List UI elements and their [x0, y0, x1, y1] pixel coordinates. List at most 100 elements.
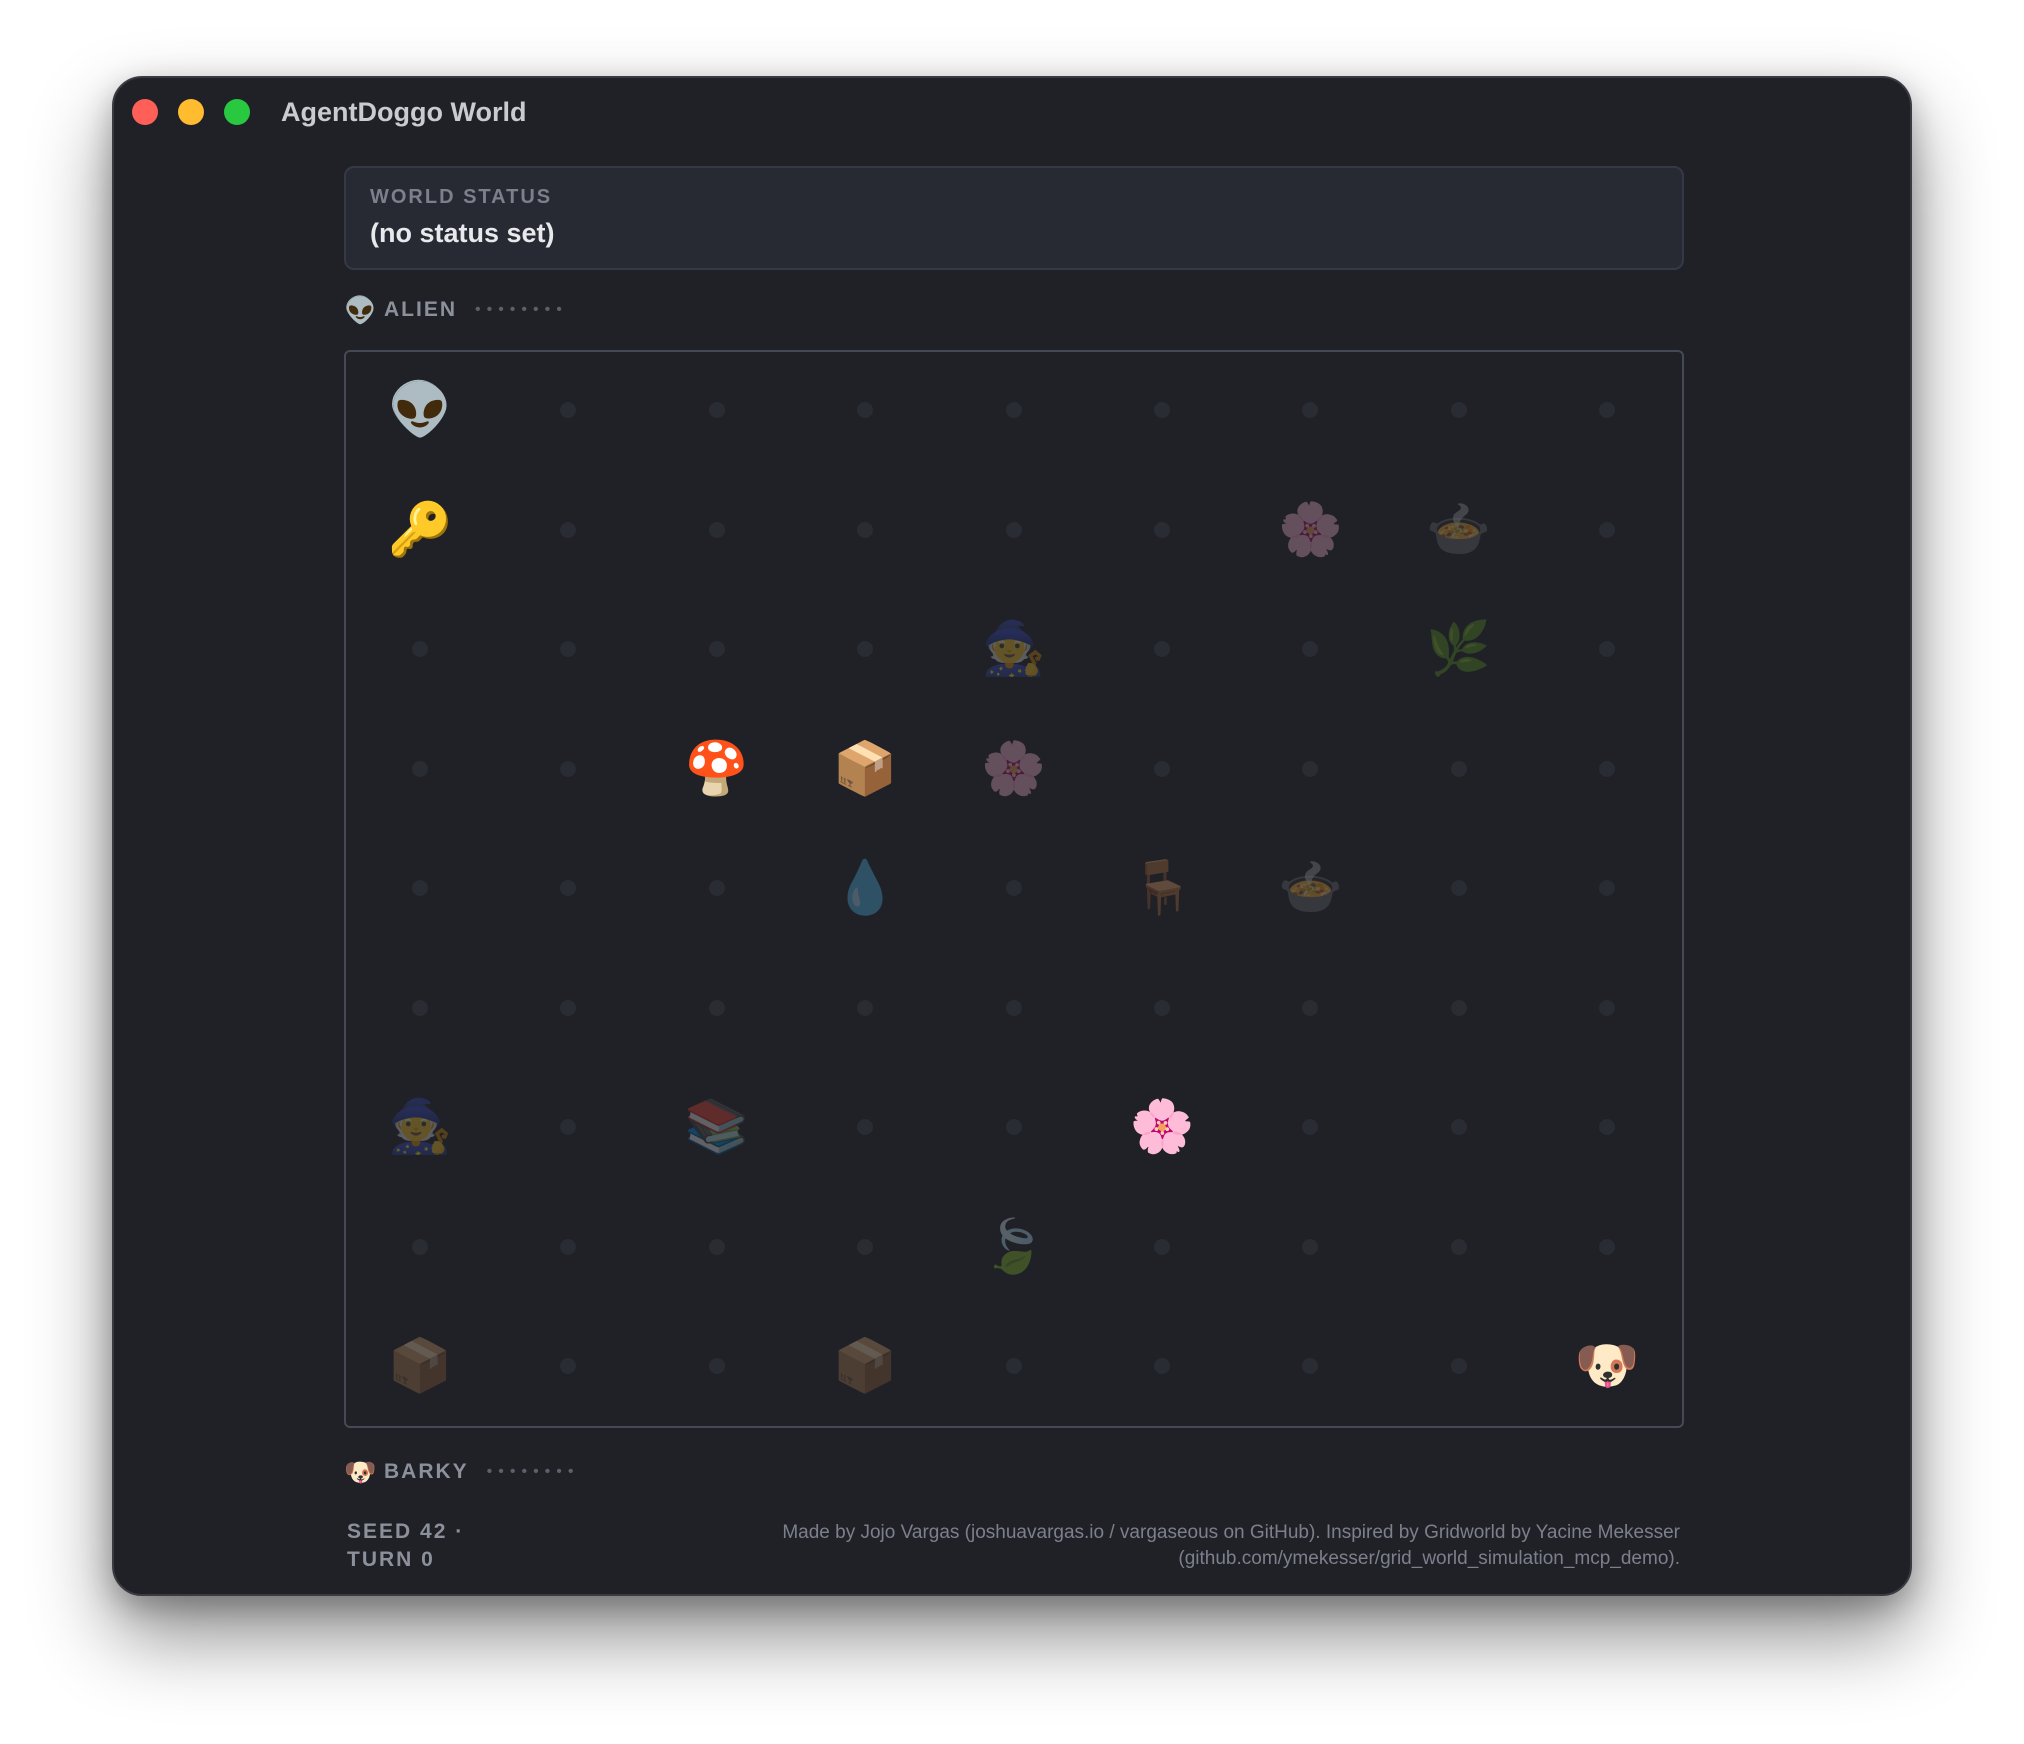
grid-cell-empty: [528, 848, 608, 928]
turn-label: TURN 0: [347, 1548, 435, 1571]
minimize-window-button[interactable]: [178, 99, 204, 125]
witch-icon: 🧙: [981, 620, 1046, 678]
grid-cell: 🍲: [1270, 848, 1350, 928]
seed-label: SEED 42 ·: [347, 1520, 465, 1543]
grid-cell: 👽: [380, 370, 460, 450]
empty-cell-dot: [1599, 402, 1616, 418]
grid-cell-empty: [380, 609, 460, 689]
grid-cell-empty: [380, 1207, 460, 1287]
grid-cell: 🍲: [1419, 490, 1499, 570]
grid-cell-empty: [1419, 370, 1499, 450]
empty-cell-dot: [708, 1358, 725, 1374]
empty-cell-dot: [1599, 999, 1616, 1016]
grid-cell-empty: [528, 968, 608, 1048]
empty-cell-dot: [560, 641, 577, 657]
grid-cell-empty: [1122, 1326, 1202, 1406]
world-status-text: (no status set): [370, 218, 555, 248]
grid-cell-empty: [974, 490, 1054, 570]
mushroom-icon: 🍄: [684, 739, 750, 798]
grid-cell-empty: [528, 1087, 608, 1167]
package-icon: 📦: [832, 1337, 898, 1395]
empty-cell-dot: [1302, 999, 1319, 1016]
grid-cell-empty: [974, 1087, 1054, 1167]
empty-cell-dot: [412, 1238, 428, 1255]
alien-agent-icon: 👽: [387, 381, 453, 439]
grid-cell-empty: [1270, 1087, 1350, 1167]
grid-cell-empty: [825, 370, 905, 450]
grid-cell-empty: [974, 1326, 1054, 1406]
world-grid: 👽 🔑 🌸 🍲 🧙 🌿 🍄 📦 🌸 💧 🪑 🍲 🧙 📚 🌸 🍃 📦 📦 🐶: [344, 350, 1684, 1428]
grid-cell: 🌸: [1122, 1087, 1202, 1167]
grid-cell: 🌸: [1270, 490, 1350, 570]
dog-icon: 🐶: [344, 1456, 377, 1487]
grid-cell-empty: [1270, 1207, 1350, 1287]
grid-cell-empty: [528, 609, 608, 689]
pot-icon: 🍲: [1426, 500, 1492, 559]
grid-cell-empty: [380, 848, 460, 928]
grid-cell-empty: [380, 968, 460, 1048]
credit-line-1: Made by Jojo Vargas (joshuavargas.io / v…: [782, 1522, 1680, 1543]
grid-cell: 📚: [677, 1087, 757, 1167]
flower-icon: 🌸: [1129, 1098, 1195, 1156]
empty-cell-dot: [560, 760, 577, 777]
grid-cell-empty: [1122, 370, 1202, 450]
empty-cell-dot: [857, 1119, 874, 1135]
grid-cell-empty: [825, 1087, 905, 1167]
grid-cell-empty: [1567, 968, 1647, 1048]
flower-icon: 🌸: [981, 739, 1046, 798]
empty-cell-dot: [560, 1358, 577, 1374]
grid-cell-empty: [1270, 729, 1350, 809]
grid-cell: 🐶: [1567, 1326, 1647, 1406]
empty-cell-dot: [857, 1238, 874, 1255]
empty-cell-dot: [857, 999, 874, 1016]
empty-cell-dot: [708, 521, 725, 538]
empty-cell-dot: [1154, 402, 1170, 418]
empty-cell-dot: [1154, 1358, 1170, 1374]
grid-cell: 🌿: [1419, 609, 1499, 689]
grid-cell-empty: [1567, 370, 1647, 450]
empty-cell-dot: [560, 402, 577, 418]
grid-cell-empty: [1122, 609, 1202, 689]
close-window-button[interactable]: [132, 99, 158, 125]
grid-cell-empty: [1270, 609, 1350, 689]
grid-cell: 🌸: [974, 729, 1054, 809]
empty-cell-dot: [1450, 1238, 1467, 1255]
water-drop-icon: 💧: [832, 859, 898, 917]
grid-cell-empty: [1567, 1207, 1647, 1287]
grid-cell-empty: [528, 1207, 608, 1287]
dog-agent-icon: 🐶: [1574, 1337, 1640, 1395]
grid-cell-empty: [677, 609, 757, 689]
empty-cell-dot: [1450, 760, 1467, 777]
grid-cell: 📦: [380, 1326, 460, 1406]
leaves-icon: 🍃: [981, 1217, 1046, 1276]
maximize-window-button[interactable]: [224, 99, 250, 125]
package-icon: 📦: [832, 739, 898, 798]
key-icon: 🔑: [387, 500, 453, 559]
grid-cell: 📦: [825, 729, 905, 809]
empty-cell-dot: [708, 402, 725, 418]
grid-cell-empty: [1567, 609, 1647, 689]
world-status-panel: WORLD STATUS (no status set): [344, 166, 1684, 270]
grid-cell-empty: [528, 729, 608, 809]
empty-cell-dot: [1005, 521, 1022, 538]
agent-name-alien: ALIEN: [384, 298, 457, 321]
empty-cell-dot: [1450, 1358, 1467, 1374]
grid-cell: 🧙: [974, 609, 1054, 689]
grid-cell-empty: [1122, 1207, 1202, 1287]
grid-cell-empty: [1122, 490, 1202, 570]
empty-cell-dot: [1154, 760, 1170, 777]
herb-icon: 🌿: [1426, 620, 1492, 678]
chair-icon: 🪑: [1129, 859, 1195, 917]
grid-cell-empty: [1122, 968, 1202, 1048]
empty-cell-dot: [1154, 521, 1170, 538]
grid-cell-empty: [1567, 490, 1647, 570]
grid-cell-empty: [825, 968, 905, 1048]
empty-cell-dot: [1599, 880, 1616, 896]
empty-cell-dot: [412, 880, 428, 896]
grid-cell-empty: [677, 490, 757, 570]
empty-cell-dot: [1450, 880, 1467, 896]
grid-cell-empty: [1270, 1326, 1350, 1406]
empty-cell-dot: [708, 880, 725, 896]
agent-status-dots: ••••••••: [475, 301, 568, 318]
grid-cell: 🧙: [380, 1087, 460, 1167]
